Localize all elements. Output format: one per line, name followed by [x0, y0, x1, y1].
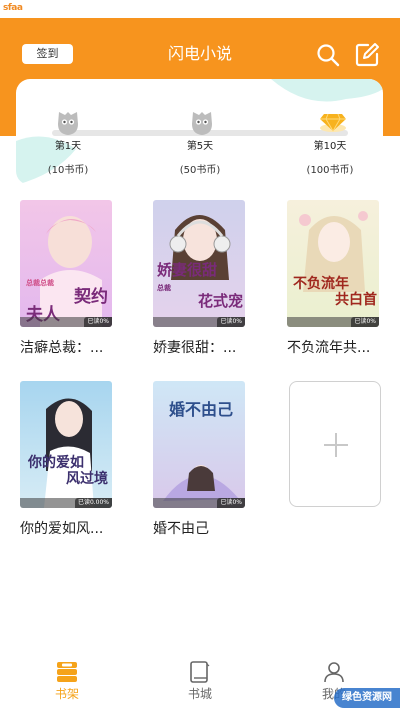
milestone-reward: (10书币) — [47, 165, 89, 176]
book-item[interactable]: 不负流年 共白首 已读0% 不负流年共... — [287, 200, 379, 357]
cover-title-line: 娇妻很甜 — [157, 261, 218, 279]
shield-face-icon — [192, 112, 212, 135]
milestone-day10: 第10天 (100书币) — [290, 141, 370, 177]
read-progress-badge: 已读0% — [217, 498, 245, 508]
book-title: 你的爱如风... — [20, 521, 104, 537]
milestone-day5: 第5天 (50书币) — [160, 141, 240, 177]
book-cover[interactable]: 娇妻很甜 总裁 花式宠 已读0% — [153, 200, 245, 327]
book-cover[interactable]: 婚不由己 已读0% — [153, 381, 245, 508]
cover-title-line: 你的爱如 — [28, 455, 84, 471]
milestone-day-label: 第10天 — [313, 141, 347, 152]
status-logo: sfaa — [3, 3, 23, 13]
status-bar: sfaa — [0, 0, 400, 18]
cover-title-line: 婚不由己 — [168, 400, 233, 419]
nav-label: 书架 — [54, 687, 79, 701]
milestone-day-label: 第1天 — [54, 141, 82, 152]
shield-face-icon — [58, 112, 78, 135]
cover-title-line: 花式宠 — [197, 292, 243, 310]
nav-label: 书城 — [187, 687, 212, 701]
read-progress-badge: 已读0% — [351, 317, 379, 327]
cover-title-line: 风过境 — [66, 471, 108, 487]
watermark-logo: 绿色资源网 — [334, 688, 400, 708]
book-item[interactable]: 娇妻很甜 总裁 花式宠 已读0% 娇妻很甜：... — [153, 200, 245, 357]
search-icon[interactable] — [316, 43, 340, 67]
bookshelf-icon — [57, 662, 77, 682]
nav-item-bookstore[interactable]: 书城 — [170, 660, 230, 701]
book-item[interactable]: 婚不由己 已读0% 婚不由己 — [153, 381, 245, 538]
book-title: 洁癖总裁：... — [20, 340, 104, 356]
book-title: 娇妻很甜：... — [153, 340, 237, 356]
milestone-day-label: 第5天 — [186, 141, 214, 152]
book-cover[interactable]: 不负流年 共白首 已读0% — [287, 200, 379, 327]
milestone-reward: (50书币) — [179, 165, 221, 176]
cover-title-line: 共白首 — [335, 292, 377, 308]
add-book-button[interactable] — [289, 381, 381, 507]
cover-title-line: 不负流年 — [293, 276, 349, 292]
book-title: 婚不由己 — [153, 521, 209, 537]
book-item[interactable]: 你的爱如 风过境 已读0.00% 你的爱如风... — [20, 381, 112, 538]
milestone-day1: 第1天 (10书币) — [28, 141, 108, 177]
book-cover[interactable]: 你的爱如 风过境 已读0.00% — [20, 381, 112, 508]
read-progress-badge: 已读0% — [217, 317, 245, 327]
app-title: 闪电小说 — [167, 44, 232, 63]
read-progress-badge: 已读0.00% — [74, 498, 112, 508]
book-item[interactable]: 总裁总裁 契约 夫人 已读0% 洁癖总裁：... — [20, 200, 112, 357]
cover-title-line: 契约 — [74, 287, 108, 307]
cover-art — [20, 381, 112, 508]
book-cover[interactable]: 总裁总裁 契约 夫人 已读0% — [20, 200, 112, 327]
nav-item-bookshelf[interactable]: 书架 — [37, 660, 97, 701]
edit-icon[interactable] — [354, 42, 380, 68]
book-icon — [190, 661, 210, 683]
diamond-icon — [320, 113, 346, 132]
plus-icon — [335, 433, 337, 457]
milestone-reward: (100书币) — [306, 165, 354, 176]
book-title: 不负流年共... — [287, 340, 371, 356]
read-progress-badge: 已读0% — [84, 317, 112, 327]
user-icon — [324, 662, 344, 683]
